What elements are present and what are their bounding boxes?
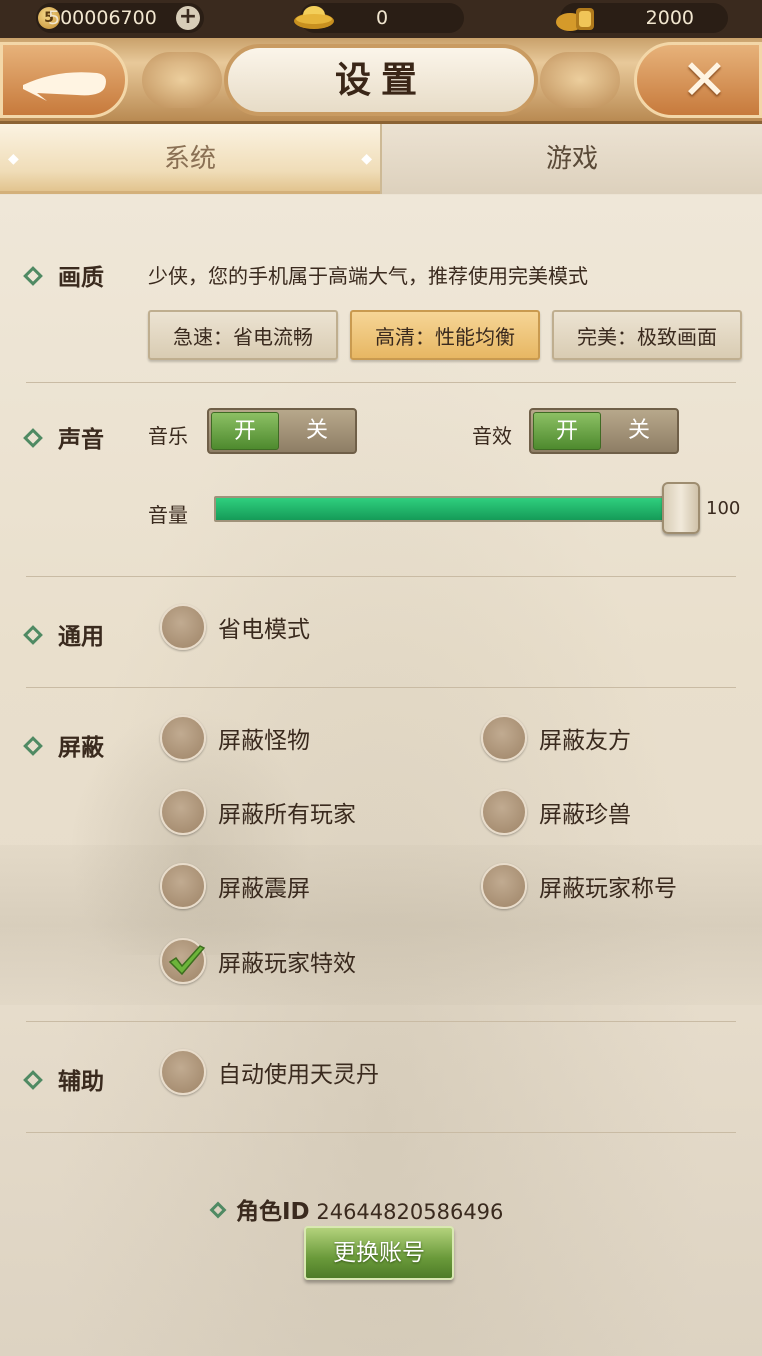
volume-label: 音量	[148, 503, 188, 527]
ingot-value: 0	[375, 7, 389, 29]
section-sound-label: 声音	[58, 427, 104, 453]
effect-toggle[interactable]: 开 关	[529, 408, 679, 454]
section-sound: 声音	[23, 420, 104, 454]
divider	[26, 687, 736, 688]
music-label: 音乐	[148, 424, 188, 448]
divider	[26, 576, 736, 577]
checkbox[interactable]	[160, 1049, 206, 1095]
close-icon: ✕	[681, 48, 728, 113]
tab-game[interactable]: 游戏	[380, 124, 762, 194]
diamond-bullet-icon	[23, 735, 43, 756]
volume-slider[interactable]	[214, 496, 688, 522]
section-quality-label: 画质	[58, 265, 104, 291]
resource-bar: 5 500006700 + 0 2000	[0, 0, 762, 38]
effect-off[interactable]: 关	[603, 412, 675, 450]
option-label: 屏蔽怪物	[218, 728, 310, 754]
diamond-bullet-icon	[23, 624, 43, 645]
effect-on[interactable]: 开	[533, 412, 601, 450]
checkbox[interactable]	[160, 938, 206, 984]
add-coins-button[interactable]: +	[176, 6, 200, 30]
back-button[interactable]	[0, 42, 128, 118]
close-button[interactable]: ✕	[634, 42, 762, 118]
section-assist-label: 辅助	[58, 1069, 104, 1095]
checkmark-icon	[168, 945, 206, 976]
music-off[interactable]: 关	[281, 412, 353, 450]
checkbox[interactable]	[160, 715, 206, 761]
option-label: 省电模式	[218, 617, 310, 643]
coin-value: 500006700	[48, 7, 157, 29]
background-scenery	[0, 195, 762, 1356]
option-label: 屏蔽玩家特效	[218, 951, 356, 977]
checkbox[interactable]	[160, 604, 206, 650]
switch-account-button[interactable]: 更换账号	[304, 1226, 454, 1280]
divider	[26, 1132, 736, 1133]
tab-bar: ◆ 系统 ◆ 游戏	[0, 124, 762, 196]
quality-fast-button[interactable]: 急速：省电流畅	[148, 310, 338, 360]
tab-right-arrow-icon: ◆	[361, 151, 372, 167]
page-title: 设置	[224, 44, 538, 116]
checkbox[interactable]	[160, 863, 206, 909]
diamond-bullet-icon	[23, 427, 43, 448]
diamond-bullet-icon	[209, 1201, 227, 1219]
option-label: 屏蔽玩家称号	[539, 876, 677, 902]
section-quality: 画质	[23, 258, 104, 292]
gold-bag-icon	[556, 8, 594, 31]
tab-system[interactable]: ◆ 系统 ◆	[0, 124, 380, 194]
title-bar: 设置 ✕	[0, 38, 762, 124]
quality-perfect-button[interactable]: 完美：极致画面	[552, 310, 742, 360]
checkbox[interactable]	[481, 715, 527, 761]
divider	[26, 1021, 736, 1022]
ingot-icon	[294, 6, 334, 29]
music-toggle[interactable]: 开 关	[207, 408, 357, 454]
volume-slider-thumb[interactable]	[662, 482, 700, 534]
checkbox[interactable]	[481, 863, 527, 909]
option-label: 屏蔽所有玩家	[218, 802, 356, 828]
role-id-row: 角色ID 24644820586496	[209, 1192, 504, 1226]
tab-left-arrow-icon: ◆	[8, 151, 19, 167]
gold-counter: 2000	[556, 3, 728, 33]
option-label: 屏蔽友方	[539, 728, 631, 754]
volume-fill	[216, 498, 666, 520]
role-id-value: 24644820586496	[316, 1200, 504, 1224]
diamond-bullet-icon	[23, 265, 43, 286]
option-label: 屏蔽珍兽	[539, 802, 631, 828]
section-block-label: 屏蔽	[58, 735, 104, 761]
divider	[26, 382, 736, 383]
quality-hint: 少侠，您的手机属于高端大气，推荐使用完美模式	[148, 264, 588, 288]
ornament-right	[540, 52, 620, 108]
volume-value: 100	[706, 498, 741, 519]
coin-counter: 5 500006700 +	[36, 3, 204, 33]
option-label: 自动使用天灵丹	[218, 1062, 379, 1088]
effect-label: 音效	[472, 424, 512, 448]
tab-game-label: 游戏	[545, 144, 598, 174]
back-arrow-icon	[23, 72, 106, 101]
section-block: 屏蔽	[23, 728, 104, 762]
role-id-label: 角色ID	[236, 1199, 310, 1225]
section-general: 通用	[23, 617, 104, 651]
ingot-counter: 0	[294, 3, 464, 33]
section-general-label: 通用	[58, 624, 104, 650]
option-label: 屏蔽震屏	[218, 876, 310, 902]
checkbox[interactable]	[160, 789, 206, 835]
ornament-left	[142, 52, 222, 108]
checkbox[interactable]	[481, 789, 527, 835]
music-on[interactable]: 开	[211, 412, 279, 450]
tab-system-label: 系统	[163, 144, 216, 174]
section-assist: 辅助	[23, 1062, 104, 1096]
quality-hd-button[interactable]: 高清：性能均衡	[350, 310, 540, 360]
diamond-bullet-icon	[23, 1069, 43, 1090]
gold-value: 2000	[645, 7, 694, 29]
